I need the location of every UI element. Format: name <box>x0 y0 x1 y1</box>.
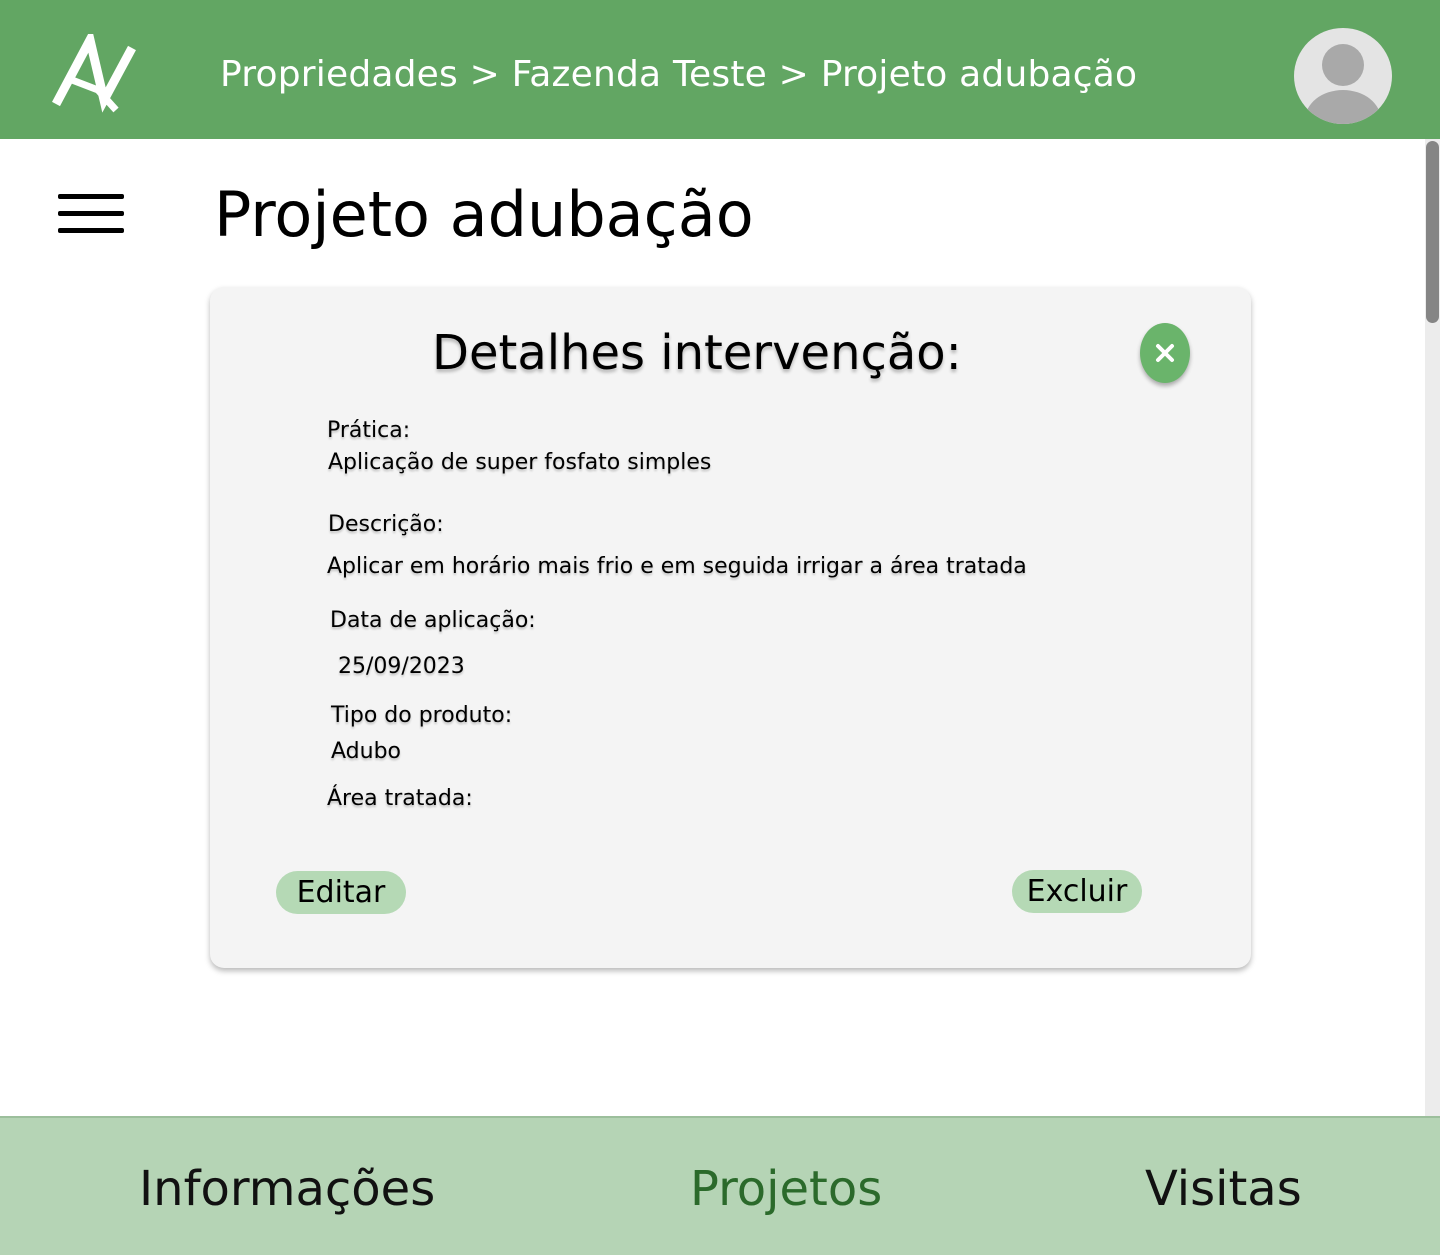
breadcrumb-item-projeto[interactable]: Projeto adubação <box>821 54 1138 95</box>
data-aplicacao-value: 25/09/2023 <box>338 654 465 679</box>
descricao-value: Aplicar em horário mais frio e em seguid… <box>327 554 1027 579</box>
breadcrumb: Propriedades > Fazenda Teste > Projeto a… <box>220 54 1137 95</box>
close-icon <box>1156 344 1174 362</box>
hamburger-menu-icon[interactable] <box>58 192 126 236</box>
scrollbar-thumb[interactable] <box>1426 141 1439 323</box>
user-avatar-icon[interactable] <box>1294 28 1392 124</box>
edit-button[interactable]: Editar <box>276 871 406 914</box>
breadcrumb-separator: > <box>469 54 501 95</box>
tab-informacoes[interactable]: Informações <box>139 1161 435 1217</box>
breadcrumb-separator: > <box>778 54 810 95</box>
intervention-details-card: Detalhes intervenção: Prática: Aplicação… <box>210 287 1251 968</box>
tab-projetos[interactable]: Projetos <box>690 1161 882 1217</box>
logo-icon[interactable] <box>52 27 140 116</box>
top-bar: Propriedades > Fazenda Teste > Projeto a… <box>0 0 1440 139</box>
page-title: Projeto adubação <box>214 178 754 251</box>
tipo-produto-value: Adubo <box>331 739 401 764</box>
data-aplicacao-label: Data de aplicação: <box>330 608 536 633</box>
pratica-label: Prática: <box>327 418 411 443</box>
delete-button[interactable]: Excluir <box>1012 870 1142 913</box>
breadcrumb-item-fazenda[interactable]: Fazenda Teste <box>512 54 767 95</box>
close-button[interactable] <box>1140 323 1190 383</box>
pratica-value: Aplicação de super fosfato simples <box>328 450 712 475</box>
area-tratada-label: Área tratada: <box>327 786 473 811</box>
tipo-produto-label: Tipo do produto: <box>331 703 513 728</box>
tab-visitas[interactable]: Visitas <box>1145 1161 1302 1217</box>
card-title: Detalhes intervenção: <box>432 325 962 381</box>
descricao-label: Descrição: <box>328 512 444 537</box>
bottom-nav: Informações Projetos Visitas <box>0 1116 1440 1255</box>
breadcrumb-item-propriedades[interactable]: Propriedades <box>220 54 458 95</box>
